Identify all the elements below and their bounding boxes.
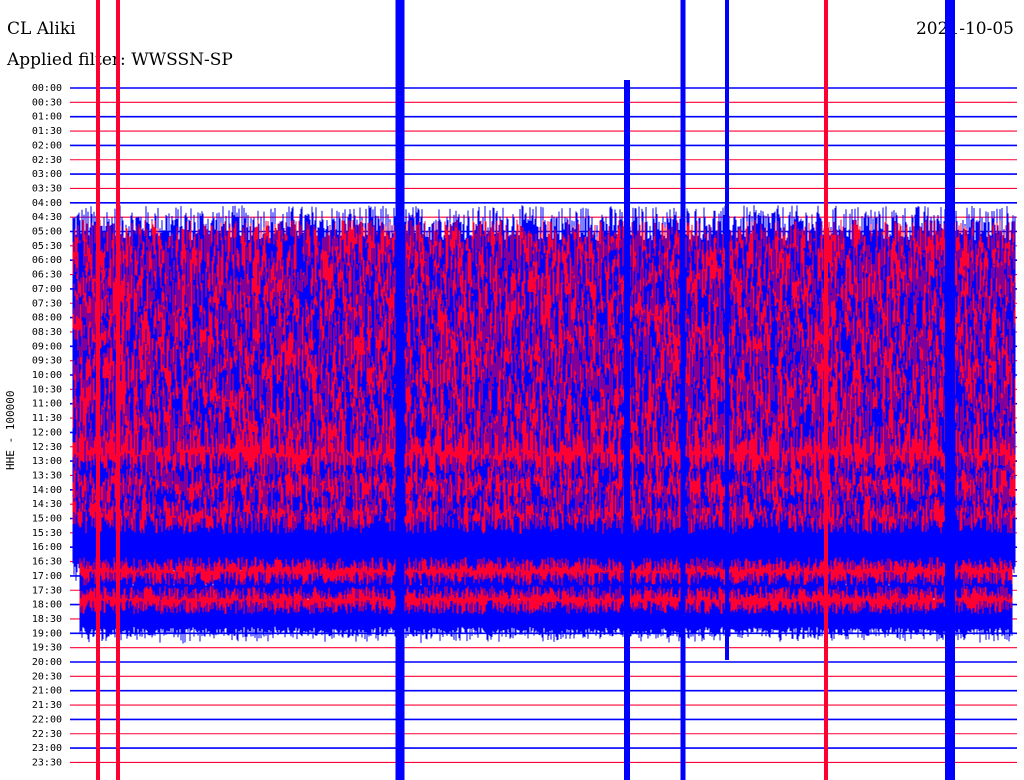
- y-tick-label: 01:30: [32, 126, 62, 137]
- y-tick-label: 20:00: [32, 657, 62, 668]
- y-tick-label: 23:30: [32, 757, 62, 768]
- tick-group: 00:00 00:30 01:00 01:30 02:00 02:30 03:00 03:30…: [32, 83, 62, 768]
- y-tick-label: 13:00: [32, 456, 62, 467]
- y-tick-label: 08:00: [32, 313, 62, 324]
- y-tick-label: 18:30: [32, 614, 62, 625]
- y-tick-label: 23:00: [32, 743, 62, 754]
- y-tick-label: 11:30: [32, 413, 62, 424]
- y-tick-label: 21:30: [32, 700, 62, 711]
- y-tick-label: 16:00: [32, 542, 62, 553]
- y-tick-label: 15:30: [32, 528, 62, 539]
- y-tick-label: 22:00: [32, 714, 62, 725]
- trace-group: [70, 0, 1017, 780]
- y-tick-label: 15:00: [32, 514, 62, 525]
- y-tick-label: 06:30: [32, 270, 62, 281]
- y-tick-label: 09:30: [32, 356, 62, 367]
- y-tick-label: 02:30: [32, 155, 62, 166]
- y-tick-label: 06:00: [32, 255, 62, 266]
- y-tick-label: 22:30: [32, 729, 62, 740]
- y-tick-label: 01:00: [32, 112, 62, 123]
- y-tick-label: 00:30: [32, 97, 62, 108]
- y-tick-label: 05:30: [32, 241, 62, 252]
- y-tick-label: 03:30: [32, 183, 62, 194]
- y-tick-label: 11:00: [32, 399, 62, 410]
- y-tick-label: 13:30: [32, 470, 62, 481]
- y-tick-label: 18:00: [32, 600, 62, 611]
- y-tick-label: 20:30: [32, 671, 62, 682]
- y-tick-label: 02:00: [32, 140, 62, 151]
- y-tick-label: 10:30: [32, 384, 62, 395]
- y-tick-label: 12:30: [32, 442, 62, 453]
- y-tick-label: 08:30: [32, 327, 62, 338]
- y-tick-label: 16:30: [32, 557, 62, 568]
- y-tick-label: 14:00: [32, 485, 62, 496]
- y-tick-label: 19:30: [32, 643, 62, 654]
- y-tick-label: 14:30: [32, 499, 62, 510]
- y-tick-label: 07:00: [32, 284, 62, 295]
- y-tick-label: 07:30: [32, 298, 62, 309]
- y-tick-label: 12:00: [32, 427, 62, 438]
- y-tick-label: 04:30: [32, 212, 62, 223]
- y-tick-label: 05:00: [32, 227, 62, 238]
- y-tick-label: 17:30: [32, 585, 62, 596]
- y-tick-label: 00:00: [32, 83, 62, 94]
- y-tick-label: 21:00: [32, 686, 62, 697]
- y-tick-label: 10:00: [32, 370, 62, 381]
- y-tick-label: 09:00: [32, 341, 62, 352]
- y-tick-label: 17:00: [32, 571, 62, 582]
- y-tick-label: 19:00: [32, 628, 62, 639]
- y-tick-label: 03:00: [32, 169, 62, 180]
- y-tick-label: 04:00: [32, 198, 62, 209]
- helicorder-plot: 00:00 00:30 01:00 01:30 02:00 02:30 03:00 03:30…: [32, 0, 1017, 780]
